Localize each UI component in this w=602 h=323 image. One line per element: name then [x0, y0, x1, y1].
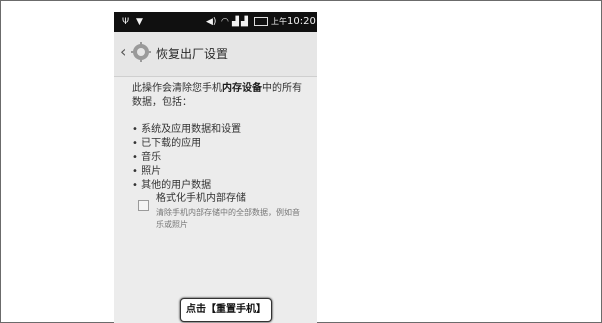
list-item: • 音乐	[132, 152, 162, 163]
signal-2-icon: ▟	[241, 17, 248, 27]
page-title: 恢复出厂设置	[156, 47, 229, 61]
list-item: • 照片	[132, 166, 162, 177]
phone-screen: Ψ ▼ ◀) ◠ ▟ ▟ 上午 10:20 ‹ 恢复出厂设置 此操作会清除您手机…	[114, 12, 317, 323]
download-icon: ▼	[136, 17, 143, 27]
content-area: 此操作会清除您手机内存设备中的所有数据，包括： • 系统及应用数据和设置 • 已…	[114, 76, 317, 323]
clock: 10:20	[287, 16, 316, 27]
battery-icon	[254, 17, 268, 26]
volume-icon: ◀)	[206, 17, 217, 27]
intro-text: 此操作会清除您手机内存设备中的所有数据，包括：	[132, 82, 310, 110]
list-item: • 已下载的应用	[132, 138, 202, 149]
signal-icon: ▟	[232, 17, 239, 27]
status-bar: Ψ ▼ ◀) ◠ ▟ ▟ 上午 10:20	[114, 12, 317, 32]
data-list: • 系统及应用数据和设置 • 已下载的应用 • 音乐 • 照片 • 其他的用户数…	[132, 123, 241, 193]
reset-phone-button[interactable]: 点击【重置手机】	[180, 298, 272, 322]
chevron-left-icon[interactable]: ‹	[120, 42, 126, 61]
intro-bold: 内存设备	[222, 83, 262, 94]
intro-part1: 此操作会清除您手机	[132, 83, 222, 94]
format-storage-label[interactable]: 格式化手机内部存储	[156, 189, 246, 204]
gear-icon	[131, 42, 151, 62]
format-storage-checkbox[interactable]	[138, 200, 149, 211]
action-bar: ‹ 恢复出厂设置	[114, 32, 317, 77]
usb-icon: Ψ	[122, 17, 130, 27]
time-prefix: 上午	[271, 17, 287, 26]
format-storage-description: 清除手机内部存储中的全部数据，例如音乐或照片	[156, 208, 300, 229]
list-item: • 系统及应用数据和设置	[132, 124, 242, 135]
wifi-icon: ◠	[221, 17, 229, 27]
